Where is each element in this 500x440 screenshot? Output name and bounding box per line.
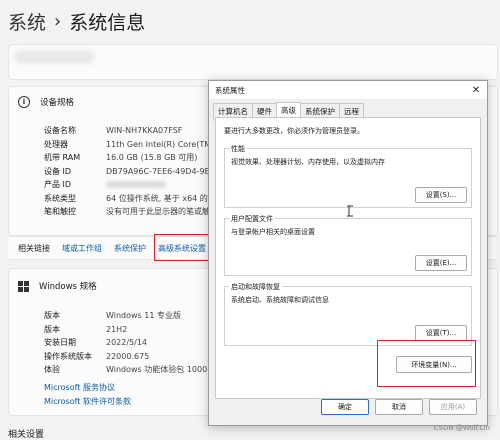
link-domain-workgroup[interactable]: 域或工作组 — [62, 243, 102, 254]
spec-row: 机带 RAM 16.0 GB (15.8 GB 可用) — [44, 151, 228, 165]
spec-key: 版本 — [44, 311, 60, 321]
close-icon[interactable]: ✕ — [469, 83, 483, 97]
highlight-advanced-settings — [154, 234, 210, 261]
group-desc: 与登录帐户相关的桌面设置 — [231, 228, 315, 236]
link-ms-service-agreement[interactable]: Microsoft 服务协议 — [44, 382, 115, 393]
blurred-device-name — [14, 50, 94, 64]
spec-row: 设备名称 WIN-NH7KKA07FSF — [44, 124, 228, 138]
spec-value: 没有可用于此显示器的笔或触控 — [106, 207, 218, 217]
related-links-label: 相关链接 — [18, 243, 50, 253]
breadcrumb-parent[interactable]: 系统 — [8, 8, 46, 35]
spec-value: Windows 11 专业版 — [106, 311, 181, 321]
group-title: 用户配置文件 — [229, 214, 275, 224]
device-spec-header[interactable]: i 设备规格 — [18, 96, 74, 108]
blurred-product-id — [106, 181, 166, 189]
text-cursor-icon — [347, 205, 353, 217]
breadcrumb: 系统 › 系统信息 — [8, 8, 145, 35]
spec-key: 设备 ID — [44, 166, 72, 176]
group-title: 启动和故障恢复 — [229, 282, 282, 292]
admin-note: 要进行大多数更改，你必须作为管理员登录。 — [224, 127, 364, 135]
device-spec-title: 设备规格 — [40, 98, 75, 108]
spec-row: 设备 ID DB79A96C-7EE6-49D4-9E51-4 — [44, 165, 228, 179]
spec-value: 64 位操作系统, 基于 x64 的处 — [106, 193, 216, 203]
performance-group: 性能 视觉效果、处理器计划、内存使用，以及虚拟内存 设置(S)... — [224, 144, 472, 208]
spec-key: 产品 ID — [44, 180, 72, 190]
device-spec-rows: 设备名称 WIN-NH7KKA07FSF 处理器 11th Gen Intel(R)… — [44, 124, 228, 219]
spec-row: 产品 ID — [44, 178, 228, 192]
group-desc: 系统启动、系统故障和调试信息 — [231, 296, 329, 304]
startup-recovery-group: 启动和故障恢复 系统启动、系统故障和调试信息 设置(T)... — [224, 282, 472, 346]
dialog-title: 系统属性 — [215, 85, 245, 95]
windows-spec-header[interactable]: Windows 规格 — [18, 280, 97, 292]
related-settings-partial: 相关设置 — [8, 430, 45, 440]
info-icon: i — [18, 96, 30, 108]
highlight-environment-variables — [377, 340, 476, 387]
group-title: 性能 — [229, 144, 247, 154]
spec-row: 笔和触控 没有可用于此显示器的笔或触控 — [44, 205, 228, 219]
user-profiles-settings-button[interactable]: 设置(E)... — [415, 255, 467, 271]
spec-key: 体验 — [44, 365, 60, 375]
spec-key: 处理器 — [44, 139, 68, 149]
spec-key: 设备名称 — [44, 126, 76, 136]
spec-value: 22000.675 — [106, 351, 150, 361]
spec-key: 笔和触控 — [44, 207, 76, 217]
dialog-titlebar[interactable]: 系统属性 — [209, 81, 487, 99]
spec-row: 系统类型 64 位操作系统, 基于 x64 的处 — [44, 192, 228, 206]
page-title: 系统信息 — [69, 12, 146, 34]
spec-key: 机带 RAM — [44, 153, 81, 163]
breadcrumb-separator: › — [54, 11, 62, 32]
apply-button[interactable]: 应用(A) — [429, 399, 477, 415]
performance-settings-button[interactable]: 设置(S)... — [415, 187, 467, 203]
spec-row: 版本 Windows 11 专业版 — [44, 309, 220, 323]
spec-row: 版本 21H2 — [44, 323, 220, 337]
spec-row: 安装日期 2022/5/14 — [44, 336, 220, 350]
spec-value: WIN-NH7KKA07FSF — [106, 126, 183, 136]
spec-key: 系统类型 — [44, 193, 76, 203]
group-desc: 视觉效果、处理器计划、内存使用，以及虚拟内存 — [231, 158, 385, 166]
spec-value: 2022/5/14 — [106, 338, 148, 348]
spec-key: 版本 — [44, 324, 60, 334]
windows-spec-title: Windows 规格 — [39, 282, 97, 292]
spec-value: Windows 功能体验包 1000.22 — [106, 365, 220, 375]
spec-row: 处理器 11th Gen Intel(R) Core(TM) i5- — [44, 138, 228, 152]
startup-recovery-settings-button[interactable]: 设置(T)... — [415, 325, 467, 341]
user-profiles-group: 用户配置文件 与登录帐户相关的桌面设置 设置(E)... — [224, 214, 472, 276]
watermark: CSDN @Wolf.Lin — [433, 424, 490, 432]
cancel-button[interactable]: 取消 — [375, 399, 423, 415]
spec-key: 操作系统版本 — [44, 351, 92, 361]
ok-button[interactable]: 确定 — [321, 399, 369, 415]
windows-spec-rows: 版本 Windows 11 专业版 版本 21H2 安装日期 2022/5/14 操作… — [44, 309, 220, 377]
link-ms-license-terms[interactable]: Microsoft 软件许可条款 — [44, 396, 131, 407]
link-system-protection[interactable]: 系统保护 — [114, 243, 146, 254]
spec-key: 安装日期 — [44, 338, 76, 348]
spec-value: 16.0 GB (15.8 GB 可用) — [106, 153, 198, 163]
spec-value: 21H2 — [106, 324, 128, 334]
spec-row: 体验 Windows 功能体验包 1000.22 — [44, 363, 220, 377]
windows-logo-icon — [18, 280, 29, 292]
spec-row: 操作系统版本 22000.675 — [44, 350, 220, 364]
